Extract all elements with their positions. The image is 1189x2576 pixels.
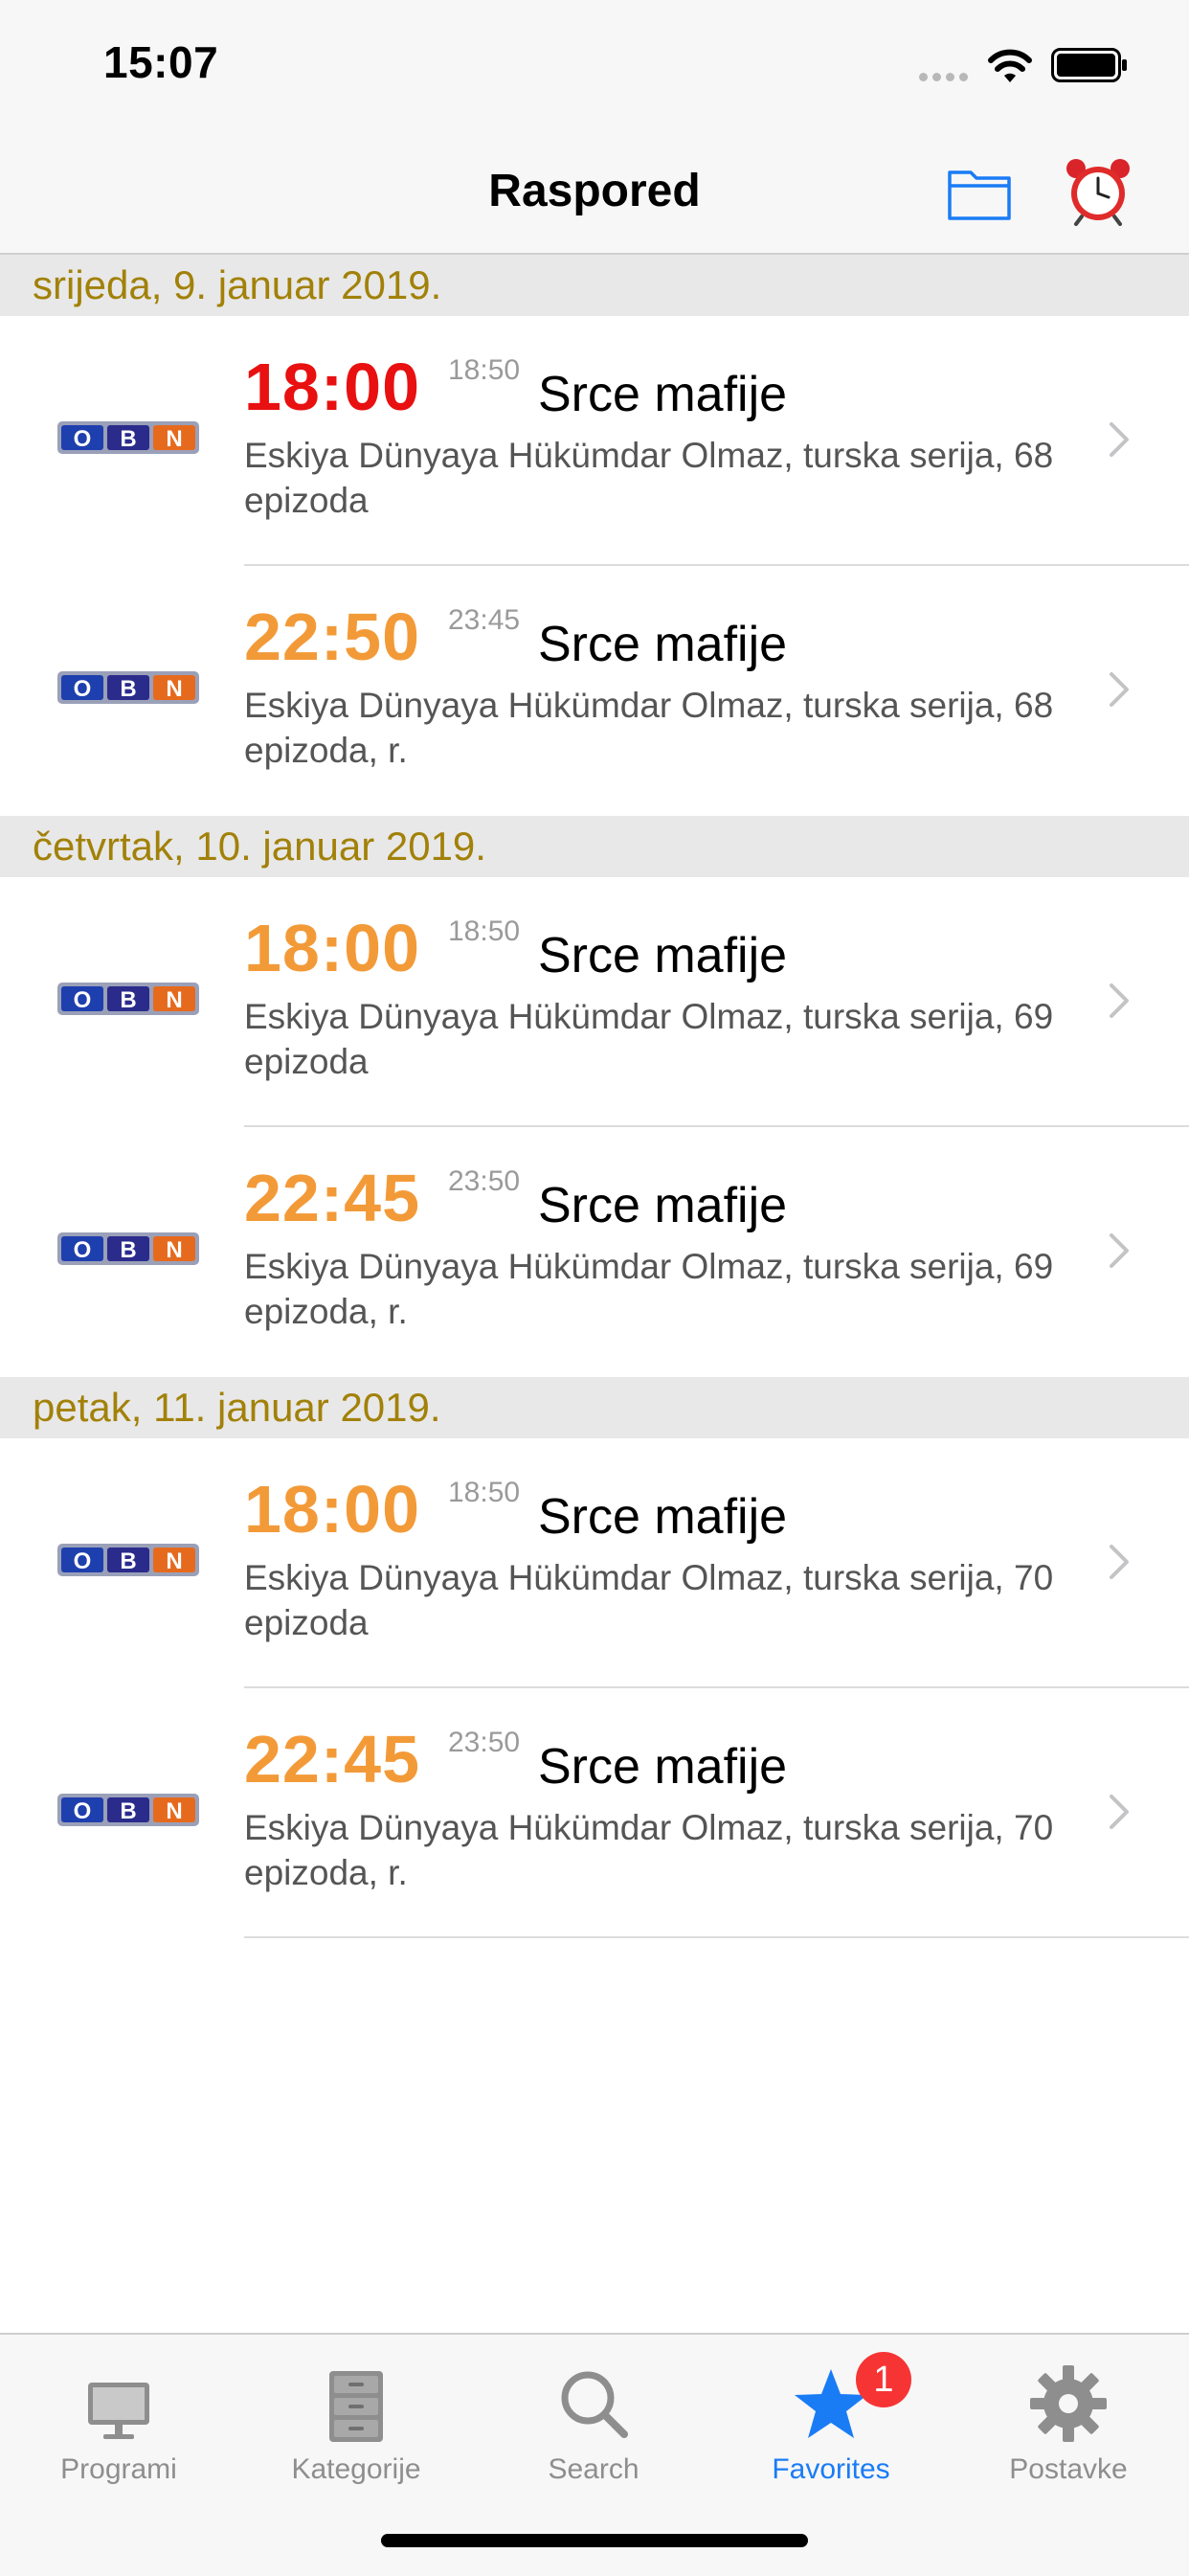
start-time: 18:00 xyxy=(244,350,421,424)
svg-text:O: O xyxy=(74,987,92,1013)
section-header-date: srijeda, 9. januar 2019. xyxy=(0,255,1189,316)
list-item[interactable]: O B N 18:00 18:50 Srce mafije Eskiya Dün… xyxy=(0,877,1189,1127)
svg-text:O: O xyxy=(74,1548,92,1574)
chevron-right-icon xyxy=(1110,1545,1129,1579)
navigation-bar: Raspored xyxy=(0,134,1189,255)
schedule-list: srijeda, 9. januar 2019. O B N 18:00 18:… xyxy=(0,255,1189,1938)
svg-text:N: N xyxy=(166,1798,182,1824)
obn-channel-logo: O B N xyxy=(57,1544,199,1576)
svg-text:N: N xyxy=(166,1548,182,1574)
list-item[interactable]: O B N 22:45 23:50 Srce mafije Eskiya Dün… xyxy=(0,1127,1189,1377)
end-time: 23:50 xyxy=(448,1165,521,1197)
start-time: 22:50 xyxy=(244,599,421,674)
status-bar: 15:07 xyxy=(0,0,1189,134)
start-time: 22:45 xyxy=(244,1722,421,1796)
svg-text:B: B xyxy=(120,676,136,702)
tab-programi[interactable]: Programi xyxy=(0,2344,237,2497)
chevron-right-icon xyxy=(1110,672,1129,707)
svg-text:B: B xyxy=(120,1548,136,1574)
cellular-signal-icon xyxy=(919,73,973,81)
notification-badge: 1 xyxy=(856,2352,911,2407)
chevron-right-icon xyxy=(1110,1233,1129,1268)
svg-text:N: N xyxy=(166,676,182,702)
show-description: Eskiya Dünyaya Hükümdar Olmaz, turska se… xyxy=(244,1247,1054,1331)
section-header-date: četvrtak, 10. januar 2019. xyxy=(0,816,1189,877)
svg-text:O: O xyxy=(74,676,92,702)
svg-text:B: B xyxy=(120,1237,136,1263)
svg-text:N: N xyxy=(166,1237,182,1263)
list-item[interactable]: O B N 18:00 18:50 Srce mafije Eskiya Dün… xyxy=(0,1438,1189,1688)
svg-text:B: B xyxy=(120,987,136,1013)
show-title: Srce mafije xyxy=(538,367,788,422)
show-title: Srce mafije xyxy=(538,928,788,983)
svg-text:O: O xyxy=(74,1798,92,1824)
obn-channel-logo: O B N xyxy=(57,983,199,1015)
list-item[interactable]: O B N 18:00 18:50 Srce mafije Eskiya Dün… xyxy=(0,316,1189,566)
show-description: Eskiya Dünyaya Hükümdar Olmaz, turska se… xyxy=(244,1808,1054,1892)
show-description: Eskiya Dünyaya Hükümdar Olmaz, turska se… xyxy=(244,436,1054,520)
obn-channel-logo: O B N xyxy=(57,671,199,704)
tab-postavke[interactable]: Postavke xyxy=(950,2344,1187,2497)
tab-label: Kategorije xyxy=(291,2453,421,2485)
section-header-date: petak, 11. januar 2019. xyxy=(0,1377,1189,1438)
list-item[interactable]: O B N 22:50 23:45 Srce mafije Eskiya Dün… xyxy=(0,566,1189,816)
alarm-clock-icon[interactable] xyxy=(1063,155,1133,226)
cabinet-icon xyxy=(329,2371,383,2442)
end-time: 23:50 xyxy=(448,1727,521,1758)
svg-text:N: N xyxy=(166,987,182,1013)
wifi-icon xyxy=(988,49,1032,82)
show-description: Eskiya Dünyaya Hükümdar Olmaz, turska se… xyxy=(244,1558,1054,1642)
end-time: 23:45 xyxy=(448,604,521,636)
show-title: Srce mafije xyxy=(538,617,788,672)
tab-favorites[interactable]: 1 Favorites xyxy=(712,2344,950,2497)
tab-label: Postavke xyxy=(1009,2453,1128,2485)
search-icon xyxy=(561,2371,628,2438)
tab-label: Programi xyxy=(60,2453,177,2485)
show-title: Srce mafije xyxy=(538,1489,788,1545)
obn-channel-logo: O B N xyxy=(57,1794,199,1826)
start-time: 18:00 xyxy=(244,1472,421,1547)
start-time: 18:00 xyxy=(244,911,421,985)
obn-channel-logo: O B N xyxy=(57,421,199,454)
monitor-icon xyxy=(88,2383,149,2439)
start-time: 22:45 xyxy=(244,1161,421,1235)
tab-label: Search xyxy=(548,2453,639,2485)
svg-text:N: N xyxy=(166,426,182,452)
tab-search[interactable]: Search xyxy=(475,2344,712,2497)
status-time: 15:07 xyxy=(103,37,219,87)
end-time: 18:50 xyxy=(448,915,521,947)
svg-text:O: O xyxy=(74,1237,92,1263)
end-time: 18:50 xyxy=(448,354,521,386)
battery-icon xyxy=(1051,48,1127,82)
gear-icon xyxy=(1030,2365,1107,2442)
chevron-right-icon xyxy=(1110,422,1129,457)
show-title: Srce mafije xyxy=(538,1178,788,1233)
list-item[interactable]: O B N 22:45 23:50 Srce mafije Eskiya Dün… xyxy=(0,1688,1189,1938)
svg-text:B: B xyxy=(120,426,136,452)
end-time: 18:50 xyxy=(448,1477,521,1508)
folder-icon[interactable] xyxy=(946,159,1013,226)
chevron-right-icon xyxy=(1110,983,1129,1018)
show-title: Srce mafije xyxy=(538,1739,788,1795)
obn-channel-logo: O B N xyxy=(57,1232,199,1265)
chevron-right-icon xyxy=(1110,1795,1129,1829)
svg-text:O: O xyxy=(74,426,92,452)
svg-text:B: B xyxy=(120,1798,136,1824)
tab-label: Favorites xyxy=(772,2453,890,2485)
home-indicator[interactable] xyxy=(381,2534,808,2547)
show-description: Eskiya Dünyaya Hükümdar Olmaz, turska se… xyxy=(244,997,1054,1081)
show-description: Eskiya Dünyaya Hükümdar Olmaz, turska se… xyxy=(244,686,1054,770)
tab-kategorije[interactable]: Kategorije xyxy=(237,2344,475,2497)
